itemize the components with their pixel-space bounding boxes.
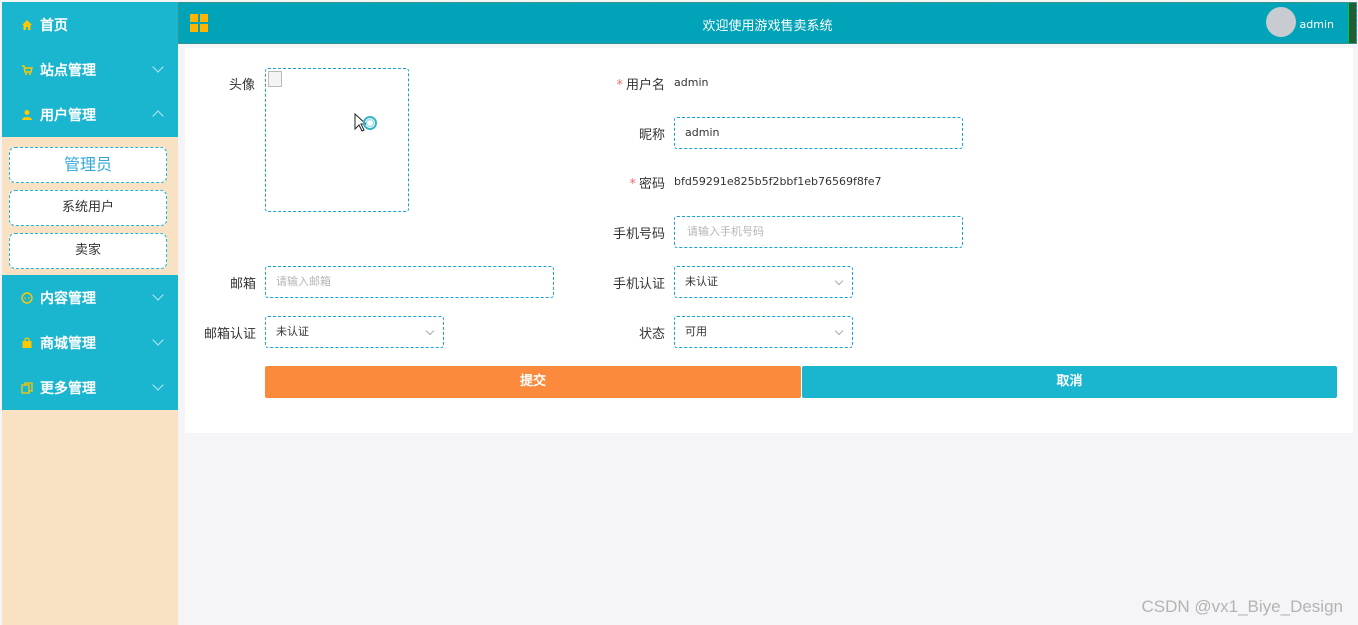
submit-button[interactable]: 提交	[265, 366, 801, 398]
chevron-down-icon	[152, 334, 164, 346]
chevron-down-icon	[152, 289, 164, 301]
nickname-label: 昵称	[638, 128, 665, 143]
email-label: 邮箱	[229, 277, 256, 292]
sidebar-item-more[interactable]: 更多管理	[2, 365, 178, 410]
chevron-down-icon	[152, 61, 164, 73]
sidebar-item-mall[interactable]: 商城管理	[2, 320, 178, 365]
sidebar-item-label: 站点管理	[40, 62, 96, 79]
sidebar-item-label: 用户管理	[40, 107, 96, 124]
chevron-down-icon	[425, 326, 435, 336]
username-value: admin	[674, 76, 709, 89]
sidebar-item-label: 商城管理	[40, 335, 96, 352]
phone-field[interactable]: 请输入手机号码	[674, 216, 963, 248]
chevron-down-icon	[152, 379, 164, 391]
phone-label: 手机号码	[612, 227, 665, 242]
copy-icon	[20, 381, 34, 395]
user-icon	[20, 108, 34, 122]
bag-icon	[20, 336, 34, 350]
cancel-button[interactable]: 取消	[802, 366, 1337, 398]
user-form: 头像 * 用户名 admin 昵称 admin * 密码 bfd59291e825b…	[185, 48, 1353, 433]
top-header: 欢迎使用游戏售卖系统 admin	[178, 2, 1357, 44]
status-label: 状态	[638, 327, 665, 342]
page-title: 欢迎使用游戏售卖系统	[702, 19, 833, 34]
watermark: CSDN @vx1_Biye_Design	[1141, 597, 1343, 616]
header-username[interactable]: admin	[1300, 18, 1334, 31]
chevron-down-icon	[834, 276, 844, 286]
sidebar-item-users[interactable]: 用户管理	[2, 92, 178, 137]
sidebar-item-label: 更多管理	[40, 380, 96, 397]
sidebar-item-label: 内容管理	[40, 290, 96, 307]
submenu-sellers[interactable]: 卖家	[9, 233, 167, 269]
nickname-field[interactable]: admin	[674, 117, 963, 149]
password-value: bfd59291e825b5f2bbf1eb76569f8fe7	[674, 175, 882, 188]
cart-icon	[20, 63, 34, 77]
avatar-label: 头像	[228, 78, 255, 93]
phone-verify-value: 未认证	[685, 275, 718, 288]
phone-verify-select[interactable]: 未认证	[674, 266, 853, 298]
phone-verify-label: 手机认证	[612, 277, 665, 292]
sidebar-item-content[interactable]: 内容管理	[2, 275, 178, 320]
submenu-admin[interactable]: 管理员	[9, 147, 167, 183]
sidebar: 首页 站点管理 用户管理 管理员 系统用户 卖家 内容管理 商城管理 更多管理	[2, 2, 178, 625]
chat-icon	[20, 291, 34, 305]
sidebar-item-home[interactable]: 首页	[2, 2, 178, 47]
users-submenu: 管理员 系统用户 卖家	[2, 137, 178, 275]
submenu-system-users[interactable]: 系统用户	[9, 190, 167, 226]
email-verify-label: 邮箱认证	[203, 327, 256, 342]
chevron-down-icon	[834, 326, 844, 336]
avatar[interactable]	[1266, 7, 1296, 37]
password-label: * 密码	[629, 177, 665, 192]
avatar-upload[interactable]	[265, 68, 409, 212]
email-verify-select[interactable]: 未认证	[265, 316, 444, 348]
status-select[interactable]: 可用	[674, 316, 853, 348]
status-value: 可用	[685, 325, 707, 338]
sidebar-item-label: 首页	[40, 17, 68, 34]
home-icon	[20, 18, 34, 32]
email-field[interactable]: 请输入邮箱	[265, 266, 554, 298]
broken-image-icon	[268, 71, 282, 87]
cursor-busy-icon	[354, 113, 377, 132]
chevron-up-icon	[152, 110, 164, 122]
email-verify-value: 未认证	[276, 325, 309, 338]
username-label: * 用户名	[616, 78, 665, 93]
scroll-handle[interactable]	[1348, 3, 1356, 43]
sidebar-item-site[interactable]: 站点管理	[2, 47, 178, 92]
